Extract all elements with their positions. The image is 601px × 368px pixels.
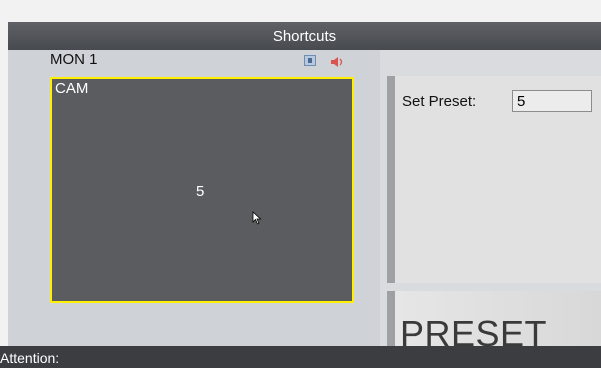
attention-label: Attention: [0,350,60,366]
fullscreen-icon[interactable] [304,55,316,66]
camera-label: CAM [55,80,89,97]
set-preset-input[interactable] [512,90,592,112]
mouse-cursor-icon [252,211,262,225]
speaker-icon[interactable] [330,55,344,67]
window-titlebar: Shortcuts [8,22,601,50]
window-title: Shortcuts [272,27,337,45]
monitor-label: MON 1 [50,51,98,68]
set-preset-label: Set Preset: [402,93,477,110]
video-viewport[interactable]: CAM 5 [50,77,354,303]
camera-number: 5 [196,183,205,200]
status-bar [0,346,601,368]
